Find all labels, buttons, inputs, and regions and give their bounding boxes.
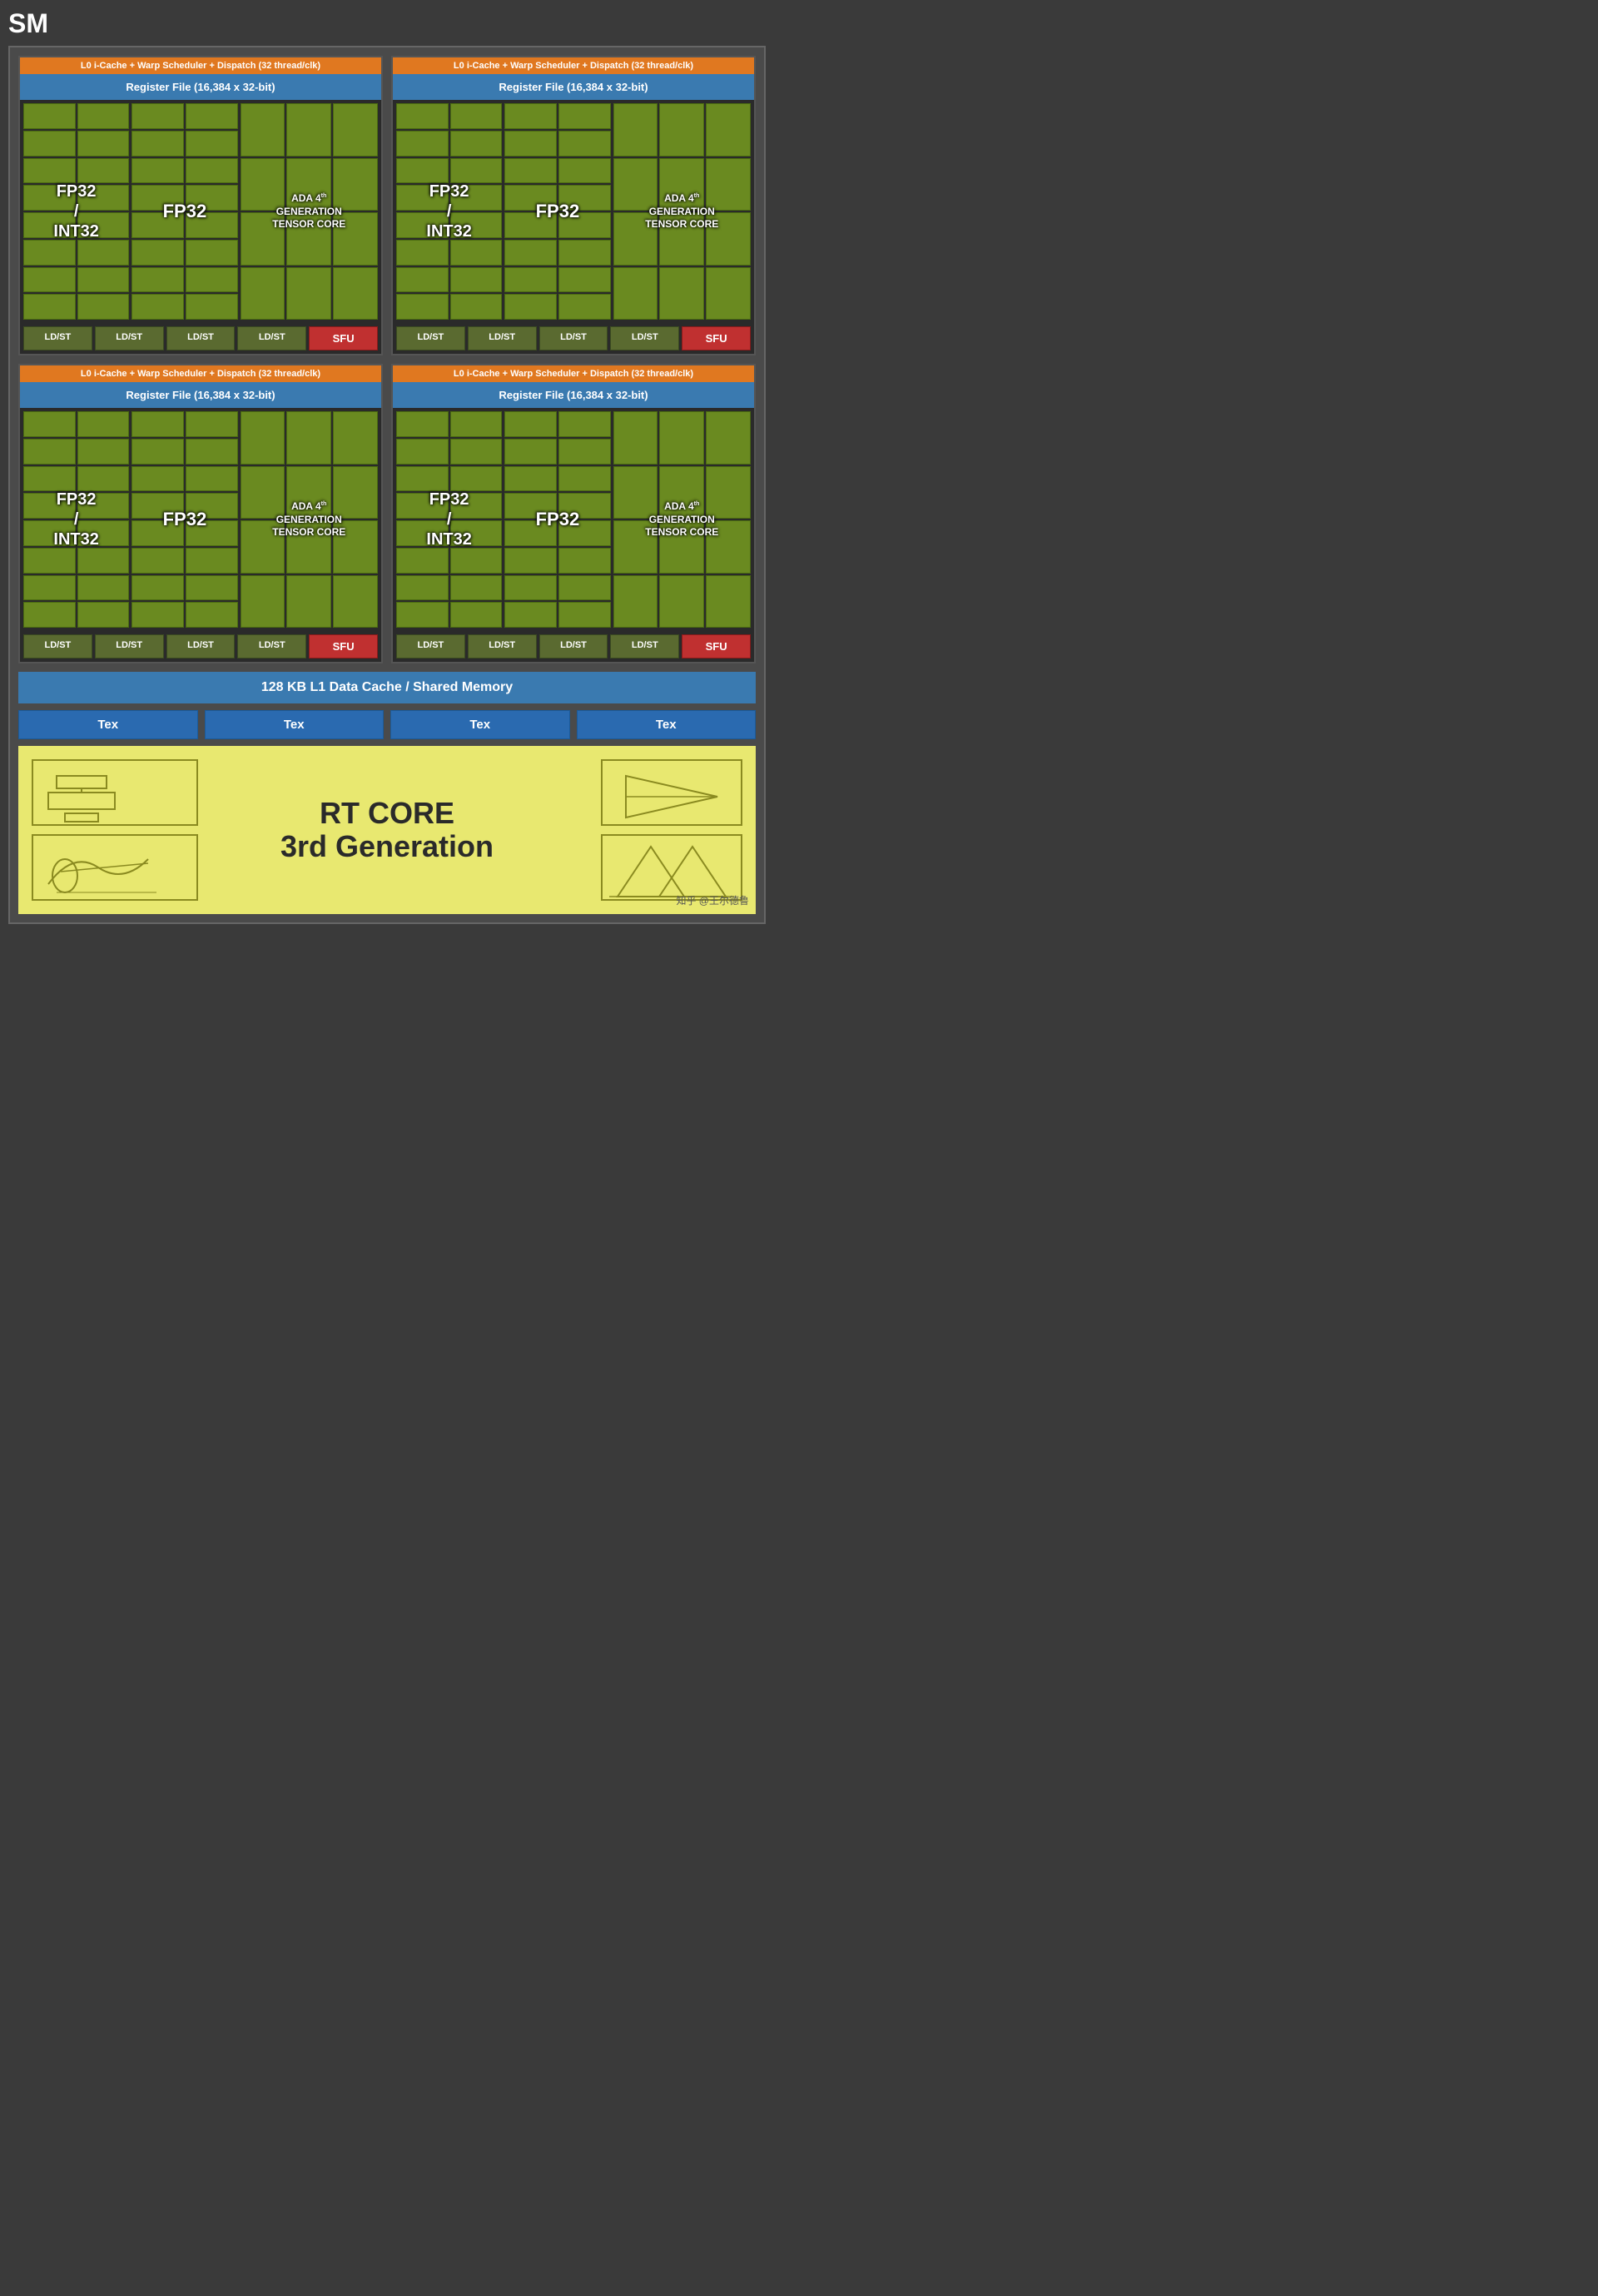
tensor-col: ADA 4thGENERATIONTENSOR CORE (241, 411, 378, 628)
fp32-int32-col: FP32/INT32 (23, 103, 129, 320)
rt-right-icons (576, 759, 742, 901)
rt-icon-box-1 (32, 759, 198, 826)
warp-unit: L0 i-Cache + Warp Scheduler + Dispatch (… (391, 56, 756, 355)
tex-cell: Tex (390, 710, 570, 739)
ldst-cell: LD/ST (539, 634, 608, 658)
ldst-sfu-row: LD/STLD/STLD/STLD/STSFU (393, 323, 754, 354)
ldst-cell: LD/ST (95, 326, 164, 350)
warp-header: L0 i-Cache + Warp Scheduler + Dispatch (… (20, 365, 381, 382)
tex-cell: Tex (205, 710, 385, 739)
sfu-cell: SFU (309, 326, 378, 350)
ldst-cell: LD/ST (396, 326, 465, 350)
ldst-cell: LD/ST (396, 634, 465, 658)
compute-block: FP32/INT32FP32ADA 4thGENERATIONTENSOR CO… (393, 408, 754, 631)
fp32-int32-col: FP32/INT32 (23, 411, 129, 628)
ldst-cell: LD/ST (166, 326, 236, 350)
tex-row: TexTexTexTex (18, 710, 756, 739)
sm-container: L0 i-Cache + Warp Scheduler + Dispatch (… (8, 46, 766, 924)
warp-unit: L0 i-Cache + Warp Scheduler + Dispatch (… (18, 56, 383, 355)
ldst-sfu-row: LD/STLD/STLD/STLD/STSFU (20, 631, 381, 662)
tensor-col: ADA 4thGENERATIONTENSOR CORE (613, 411, 751, 628)
tensor-col: ADA 4thGENERATIONTENSOR CORE (613, 103, 751, 320)
ldst-cell: LD/ST (610, 634, 679, 658)
quadrant-grid: L0 i-Cache + Warp Scheduler + Dispatch (… (18, 56, 756, 663)
fp32-int32-col: FP32/INT32 (396, 411, 502, 628)
rt-core-title: RT CORE 3rd Generation (280, 797, 494, 862)
warp-header: L0 i-Cache + Warp Scheduler + Dispatch (… (20, 57, 381, 74)
sfu-cell: SFU (309, 634, 378, 658)
rt-center: RT CORE 3rd Generation (280, 797, 494, 862)
fp32-int32-col: FP32/INT32 (396, 103, 502, 320)
ldst-cell: LD/ST (166, 634, 236, 658)
register-file: Register File (16,384 x 32-bit) (393, 382, 754, 408)
warp-header: L0 i-Cache + Warp Scheduler + Dispatch (… (393, 57, 754, 74)
fp32-col: FP32 (504, 103, 610, 320)
ldst-cell: LD/ST (610, 326, 679, 350)
ldst-cell: LD/ST (468, 634, 537, 658)
rt-icon-box-2 (32, 834, 198, 901)
compute-block: FP32/INT32FP32ADA 4thGENERATIONTENSOR CO… (20, 408, 381, 631)
ldst-sfu-row: LD/STLD/STLD/STLD/STSFU (20, 323, 381, 354)
rt-core: RT CORE 3rd Generation 知乎 @王尔德鲁 (18, 746, 756, 914)
tensor-col: ADA 4thGENERATIONTENSOR CORE (241, 103, 378, 320)
fp32-col: FP32 (504, 411, 610, 628)
watermark: 知乎 @王尔德鲁 (676, 893, 749, 907)
l1-cache: 128 KB L1 Data Cache / Shared Memory (18, 672, 756, 703)
register-file: Register File (16,384 x 32-bit) (20, 382, 381, 408)
sfu-cell: SFU (682, 634, 751, 658)
register-file: Register File (16,384 x 32-bit) (20, 74, 381, 100)
warp-unit: L0 i-Cache + Warp Scheduler + Dispatch (… (391, 364, 756, 663)
tex-cell: Tex (18, 710, 198, 739)
ldst-cell: LD/ST (23, 326, 92, 350)
rt-icon-box-4 (601, 834, 742, 901)
register-file: Register File (16,384 x 32-bit) (393, 74, 754, 100)
compute-block: FP32/INT32FP32ADA 4thGENERATIONTENSOR CO… (393, 100, 754, 323)
rt-left-icons (32, 759, 198, 901)
warp-unit: L0 i-Cache + Warp Scheduler + Dispatch (… (18, 364, 383, 663)
ldst-cell: LD/ST (23, 634, 92, 658)
sm-label: SM (8, 8, 48, 39)
tex-cell: Tex (577, 710, 757, 739)
ldst-cell: LD/ST (468, 326, 537, 350)
ldst-cell: LD/ST (95, 634, 164, 658)
sfu-cell: SFU (682, 326, 751, 350)
ldst-cell: LD/ST (237, 326, 306, 350)
warp-header: L0 i-Cache + Warp Scheduler + Dispatch (… (393, 365, 754, 382)
fp32-col: FP32 (132, 411, 237, 628)
rt-icon-box-3 (601, 759, 742, 826)
ldst-cell: LD/ST (539, 326, 608, 350)
fp32-col: FP32 (132, 103, 237, 320)
ldst-cell: LD/ST (237, 634, 306, 658)
compute-block: FP32/INT32FP32ADA 4thGENERATIONTENSOR CO… (20, 100, 381, 323)
ldst-sfu-row: LD/STLD/STLD/STLD/STSFU (393, 631, 754, 662)
